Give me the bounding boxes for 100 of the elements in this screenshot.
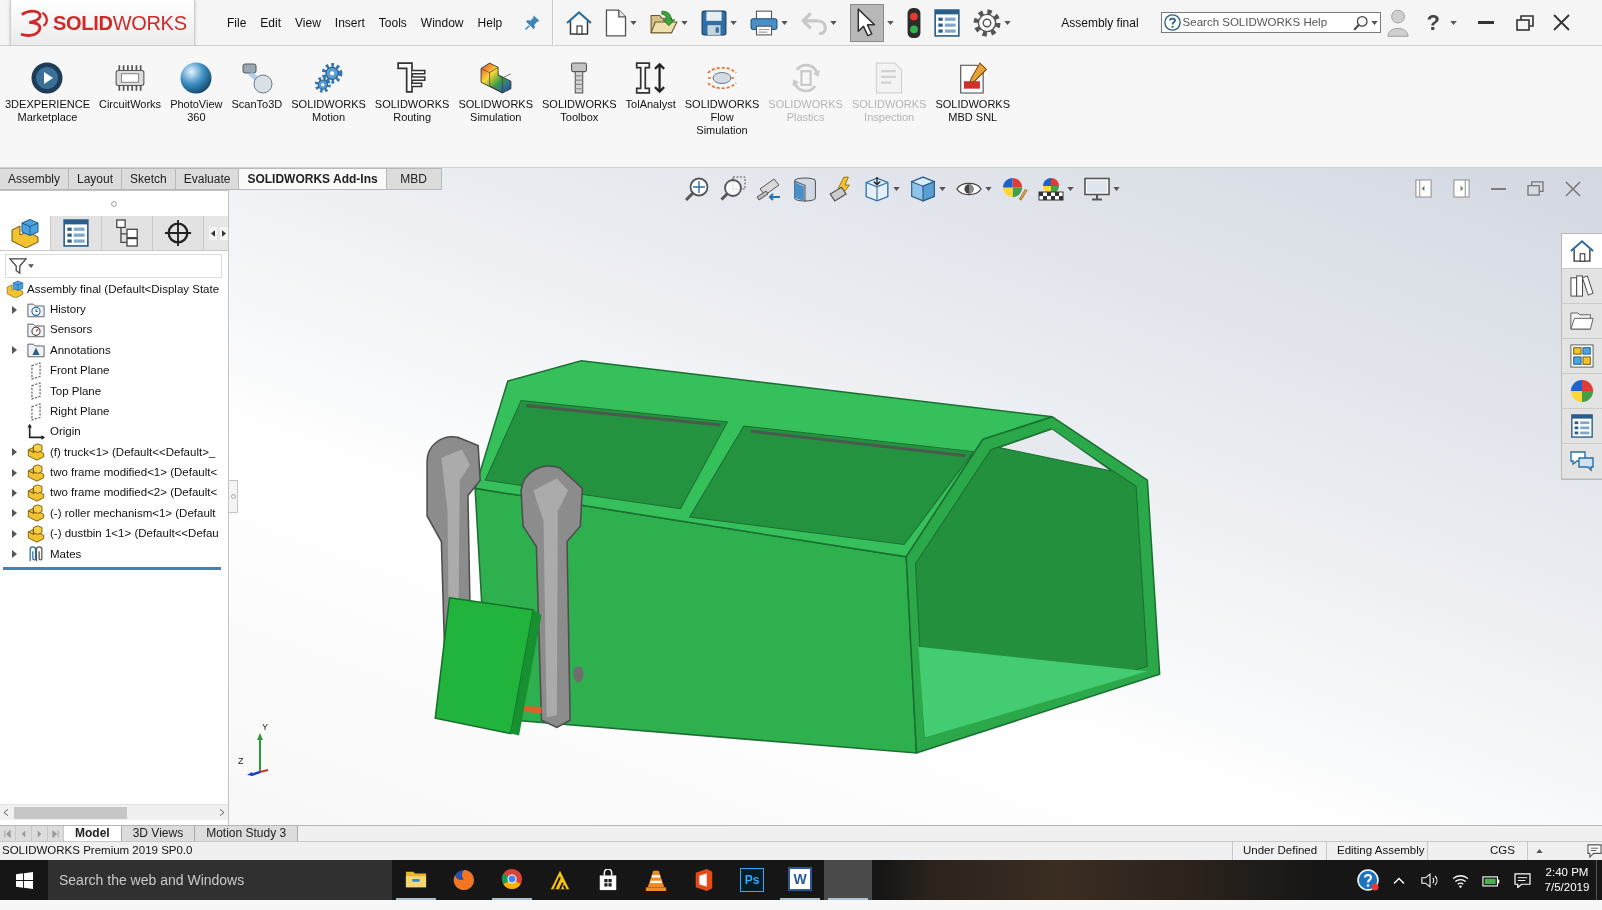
list-icon[interactable] [934, 8, 961, 37]
ribbon-button[interactable]: TolAnalyst [623, 62, 678, 111]
ribbon-button[interactable]: SOLIDWORKS Motion [289, 62, 368, 124]
task-pane-tab[interactable] [1562, 304, 1602, 339]
expand-arrow-icon[interactable] [11, 346, 17, 355]
caret-icon[interactable] [681, 20, 689, 25]
tree-item[interactable]: Front Plane [0, 360, 228, 381]
tree-item[interactable]: (f) truck<1> (Default<<Default>_ [0, 442, 228, 463]
zoom-area-icon[interactable] [720, 176, 746, 202]
zoom-fit-icon[interactable] [684, 176, 710, 202]
command-tab[interactable]: MBD [386, 168, 442, 190]
taskbar-search-field[interactable]: Search the web and Windows [48, 860, 392, 900]
shaded-cube-icon[interactable] [910, 176, 936, 202]
panel-tab[interactable] [51, 216, 102, 250]
ribbon-button[interactable]: SOLIDWORKS Routing [372, 62, 452, 124]
menu-item[interactable]: Help [470, 11, 510, 34]
task-pane-tab[interactable] [1562, 339, 1602, 374]
search-icon[interactable] [1352, 14, 1369, 31]
expand-arrow-icon[interactable] [11, 305, 17, 314]
tree-item[interactable]: Origin [0, 421, 228, 443]
menu-item[interactable]: Window [413, 11, 471, 34]
expand-arrow-icon[interactable] [11, 529, 17, 538]
ribbon-button[interactable]: SOLIDWORKS Toolbox [540, 62, 619, 124]
tree-item[interactable]: Right Plane [0, 401, 228, 422]
units-selector[interactable]: CGS [1490, 842, 1515, 860]
caret-icon[interactable] [887, 20, 895, 25]
model-tab[interactable]: Motion Study 3 [195, 826, 299, 841]
section-view-icon[interactable] [792, 176, 818, 202]
help-button[interactable]: ? [1424, 11, 1443, 34]
panel-tab[interactable] [153, 216, 204, 250]
model-tab[interactable]: Model [64, 826, 122, 841]
expand-arrow-icon[interactable] [11, 509, 17, 518]
caret-icon[interactable] [939, 187, 946, 191]
caret-icon[interactable] [1450, 20, 1458, 25]
tree-item[interactable]: History [0, 299, 228, 320]
pin-icon[interactable] [525, 15, 541, 30]
menu-item[interactable]: Insert [327, 11, 372, 34]
scrollbar-thumb[interactable] [14, 806, 127, 819]
model-tab[interactable]: 3D Views [121, 826, 196, 841]
tree-item[interactable]: Mates [0, 544, 228, 565]
select-button[interactable] [850, 3, 885, 42]
tree-item[interactable]: Assembly final (Default<Display State [0, 279, 228, 300]
caret-icon[interactable] [893, 187, 900, 191]
menu-item[interactable]: Edit [253, 11, 289, 34]
caret-icon[interactable] [781, 20, 789, 25]
command-tab[interactable]: Sketch [122, 168, 176, 190]
ribbon-button[interactable]: 3DEXPERIENCE Marketplace [3, 62, 92, 124]
caret-icon[interactable] [1370, 20, 1378, 25]
new-document-icon[interactable] [605, 8, 628, 37]
caret-icon[interactable] [1067, 187, 1074, 191]
settings-icon[interactable] [973, 8, 1002, 37]
caret-icon[interactable] [730, 20, 738, 25]
search-input[interactable]: Search SOLIDWORKS Help [1182, 13, 1351, 32]
scroll-right-button[interactable] [220, 226, 228, 240]
chat-bubble-icon[interactable] [1587, 844, 1602, 858]
task-pane-tab[interactable] [1562, 409, 1602, 444]
ribbon-button[interactable]: SOLIDWORKS Flow Simulation [682, 62, 762, 137]
caret-up-icon[interactable] [1536, 849, 1543, 853]
menu-item[interactable]: View [288, 11, 328, 34]
traffic-light-icon[interactable] [907, 7, 922, 38]
taskbar-app-button[interactable]: Ps [728, 860, 776, 900]
tree-item[interactable]: two frame modified<2> (Default< [0, 482, 228, 504]
command-tab[interactable]: Evaluate [175, 168, 240, 190]
tree-item[interactable]: two frame modified<1> (Default< [0, 462, 228, 483]
filter-field[interactable] [5, 254, 222, 278]
caret-icon[interactable] [1113, 187, 1120, 191]
caret-icon[interactable] [1004, 20, 1012, 25]
save-icon[interactable] [701, 9, 728, 36]
tree-item[interactable]: Sensors [0, 319, 228, 341]
task-pane-tab[interactable] [1562, 444, 1602, 479]
command-tab[interactable]: Layout [69, 168, 123, 190]
taskbar-app-button[interactable]: W [776, 860, 824, 900]
grip-dot-icon[interactable] [111, 200, 117, 207]
scene-ball-icon[interactable] [1038, 176, 1064, 202]
search-box[interactable]: Search SOLIDWORKS Help [1160, 12, 1381, 33]
caret-icon[interactable] [830, 20, 838, 25]
expand-arrow-icon[interactable] [11, 489, 17, 498]
printer-icon[interactable] [750, 9, 779, 36]
home-icon[interactable] [566, 10, 593, 35]
tree-item[interactable]: Top Plane [0, 380, 228, 402]
ribbon-button[interactable]: CircuitWorks [97, 62, 164, 111]
caret-icon[interactable] [630, 20, 638, 25]
ribbon-button[interactable]: ScanTo3D [229, 62, 285, 111]
minimize-icon[interactable] [1478, 21, 1495, 24]
expand-arrow-icon[interactable] [11, 468, 17, 477]
menu-item[interactable]: Tools [371, 11, 414, 34]
close-icon[interactable] [1553, 14, 1571, 31]
tree-item[interactable]: (-) roller mechanism<1> (Default [0, 503, 228, 524]
open-folder-icon[interactable] [650, 10, 679, 35]
menu-item[interactable]: File [220, 11, 254, 34]
expand-arrow-icon[interactable] [11, 448, 17, 457]
previous-view-icon[interactable] [756, 176, 782, 202]
panel-collapse-handle[interactable] [229, 480, 238, 513]
scroll-left-button[interactable] [209, 226, 217, 240]
restore-icon[interactable] [1516, 14, 1535, 31]
command-tab[interactable]: Assembly [0, 168, 69, 190]
task-pane-tab[interactable] [1562, 234, 1602, 269]
monitor-icon[interactable] [1084, 176, 1110, 202]
expand-arrow-icon[interactable] [11, 550, 17, 559]
rollback-bar[interactable] [3, 567, 221, 571]
